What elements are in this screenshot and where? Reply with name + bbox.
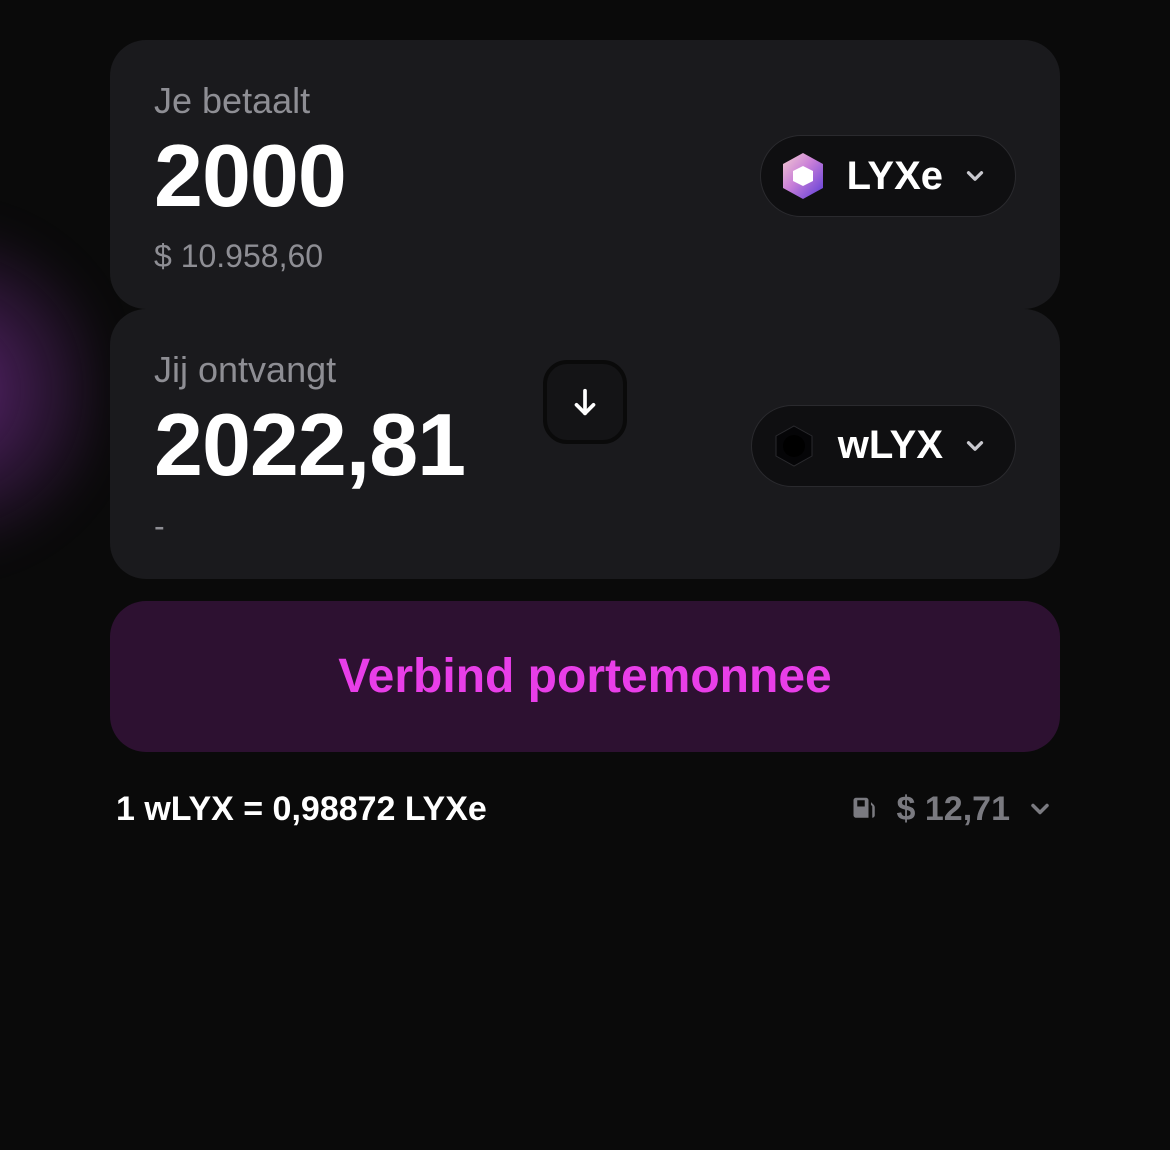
gas-estimate-toggle[interactable]: $ 12,71 [851,790,1054,829]
swap-panel: Je betaalt 2000 [110,40,1060,829]
gas-pump-icon [851,794,881,824]
pay-token-symbol: LYXe [847,154,943,199]
pay-label: Je betaalt [154,80,1016,122]
gas-cost-value: $ 12,71 [897,790,1010,829]
pay-card: Je betaalt 2000 [110,40,1060,309]
receive-amount-output: 2022,81 [154,399,465,491]
swap-footer: 1 wLYX = 0,98872 LYXe $ 12,71 [110,790,1060,829]
swap-direction-button[interactable] [543,360,627,444]
background-glow [0,200,100,580]
pay-amount-input[interactable]: 2000 [154,130,346,222]
arrow-down-icon [568,385,602,419]
lyxe-token-icon [777,150,829,202]
pay-row: 2000 LYXe [154,130,1016,222]
wlyx-token-icon [768,420,820,472]
exchange-rate[interactable]: 1 wLYX = 0,98872 LYXe [116,790,487,829]
connect-wallet-button[interactable]: Verbind portemonnee [110,601,1060,752]
pay-fiat-value: $ 10.958,60 [154,238,1016,275]
receive-token-symbol: wLYX [838,423,943,468]
receive-card: Jij ontvangt 2022,81 wLYX - [110,309,1060,578]
chevron-down-icon [961,162,989,190]
receive-fiat-value: - [154,508,1016,545]
receive-token-selector[interactable]: wLYX [751,405,1016,487]
chevron-down-icon [961,432,989,460]
chevron-down-icon [1026,795,1054,823]
pay-token-selector[interactable]: LYXe [760,135,1016,217]
